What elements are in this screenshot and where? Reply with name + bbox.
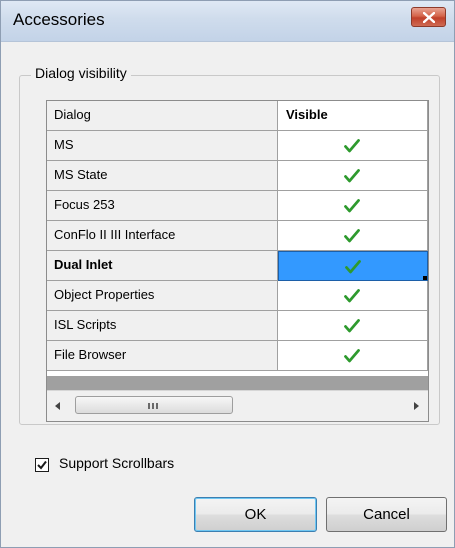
- visible-cell[interactable]: [278, 251, 428, 281]
- checkmark-icon: [344, 289, 360, 303]
- visible-cell[interactable]: [278, 281, 428, 311]
- arrow-left-icon: [55, 402, 60, 410]
- visible-cell[interactable]: [278, 311, 428, 341]
- visible-cell[interactable]: [278, 191, 428, 221]
- visible-cell[interactable]: [278, 161, 428, 191]
- visible-cell[interactable]: [278, 221, 428, 251]
- visible-cell[interactable]: [278, 341, 428, 371]
- scroll-thumb[interactable]: [75, 396, 233, 414]
- window-title: Accessories: [13, 10, 105, 29]
- scroll-right-button[interactable]: [406, 391, 428, 421]
- dialog-visibility-grid: Dialog Visible MS MS State Focus 253 ConFlo…: [46, 100, 429, 422]
- dialog-name-cell[interactable]: ConFlo II III Interface: [47, 221, 278, 251]
- checkmark-icon: [344, 139, 360, 153]
- dialog-name-cell[interactable]: MS: [47, 131, 278, 161]
- title-bar: Accessories: [1, 1, 454, 42]
- dialog-name-cell[interactable]: Dual Inlet: [47, 251, 278, 281]
- accessories-dialog: Accessories Dialog visibility Dialog Vis…: [0, 0, 455, 548]
- scroll-left-button[interactable]: [47, 391, 69, 421]
- dialog-name-cell[interactable]: File Browser: [47, 341, 278, 371]
- table-row[interactable]: Dual Inlet: [47, 251, 428, 281]
- grid-header-row: Dialog Visible: [47, 101, 428, 131]
- table-row[interactable]: MS: [47, 131, 428, 161]
- column-header-visible[interactable]: Visible: [278, 101, 428, 131]
- support-scrollbars-label: Support Scrollbars: [59, 455, 175, 471]
- checkmark-icon: [344, 229, 360, 243]
- checkmark-icon: [344, 349, 360, 363]
- close-button[interactable]: [411, 7, 446, 27]
- ok-button[interactable]: OK: [194, 497, 317, 532]
- support-scrollbars-checkbox[interactable]: [35, 458, 49, 472]
- dialog-name-cell[interactable]: Object Properties: [47, 281, 278, 311]
- checkbox-check-icon: [37, 460, 47, 470]
- table-row[interactable]: MS State: [47, 161, 428, 191]
- column-header-dialog[interactable]: Dialog: [47, 101, 278, 131]
- visible-cell[interactable]: [278, 131, 428, 161]
- dialog-name-cell[interactable]: ISL Scripts: [47, 311, 278, 341]
- checkmark-icon: [344, 169, 360, 183]
- dialog-name-cell[interactable]: Focus 253: [47, 191, 278, 221]
- table-row[interactable]: File Browser: [47, 341, 428, 371]
- table-row[interactable]: Object Properties: [47, 281, 428, 311]
- table-row[interactable]: Focus 253: [47, 191, 428, 221]
- checkmark-icon: [344, 199, 360, 213]
- grip-icon: [148, 403, 158, 409]
- grid-empty-area: [47, 376, 428, 390]
- selection-marker: [423, 276, 427, 280]
- arrow-right-icon: [414, 402, 419, 410]
- horizontal-scrollbar[interactable]: [47, 390, 428, 421]
- table-row[interactable]: ConFlo II III Interface: [47, 221, 428, 251]
- table-row[interactable]: ISL Scripts: [47, 311, 428, 341]
- checkmark-icon: [344, 319, 360, 333]
- cancel-button[interactable]: Cancel: [326, 497, 447, 532]
- dialog-name-cell[interactable]: MS State: [47, 161, 278, 191]
- checkmark-icon: [345, 260, 361, 274]
- close-x-icon: [423, 12, 435, 23]
- group-legend: Dialog visibility: [31, 65, 131, 81]
